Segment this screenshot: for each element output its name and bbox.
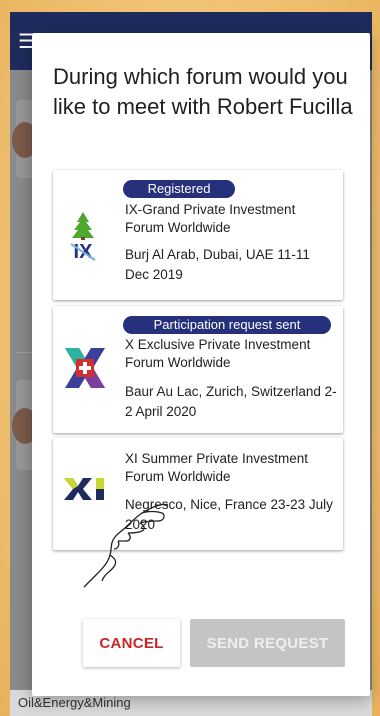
cancel-button[interactable]: CANCEL [83, 619, 180, 667]
forum-name: IX-Grand Private Investment Forum Worldw… [125, 202, 296, 235]
send-request-button[interactable]: SEND REQUEST [190, 619, 345, 667]
status-badge: Registered [123, 180, 235, 198]
forum-select-dialog: During which forum would you like to mee… [32, 33, 370, 696]
pointing-hand-icon [83, 503, 169, 588]
forum-name: XI Summer Private Investment Forum World… [125, 451, 309, 484]
forum-venue: Burj Al Arab, Dubai, UAE 11-11 Dec 2019 [125, 247, 310, 282]
x-forum-logo-icon [65, 348, 105, 388]
status-badge: Participation request sent [123, 316, 331, 334]
dialog-title: During which forum would you like to mee… [53, 64, 353, 119]
forum-card-x[interactable]: Participation request sent X Exclusive P… [53, 306, 343, 433]
forum-name: X Exclusive Private Investment Forum Wor… [125, 337, 311, 370]
ix-forum-logo-icon: IX [70, 212, 96, 262]
forum-card-ix[interactable]: IX Registered IX-Grand Private Investmen… [53, 170, 343, 300]
forum-venue: Baur Au Lac, Zurich, Switzerland 2-2 Apr… [125, 384, 337, 419]
